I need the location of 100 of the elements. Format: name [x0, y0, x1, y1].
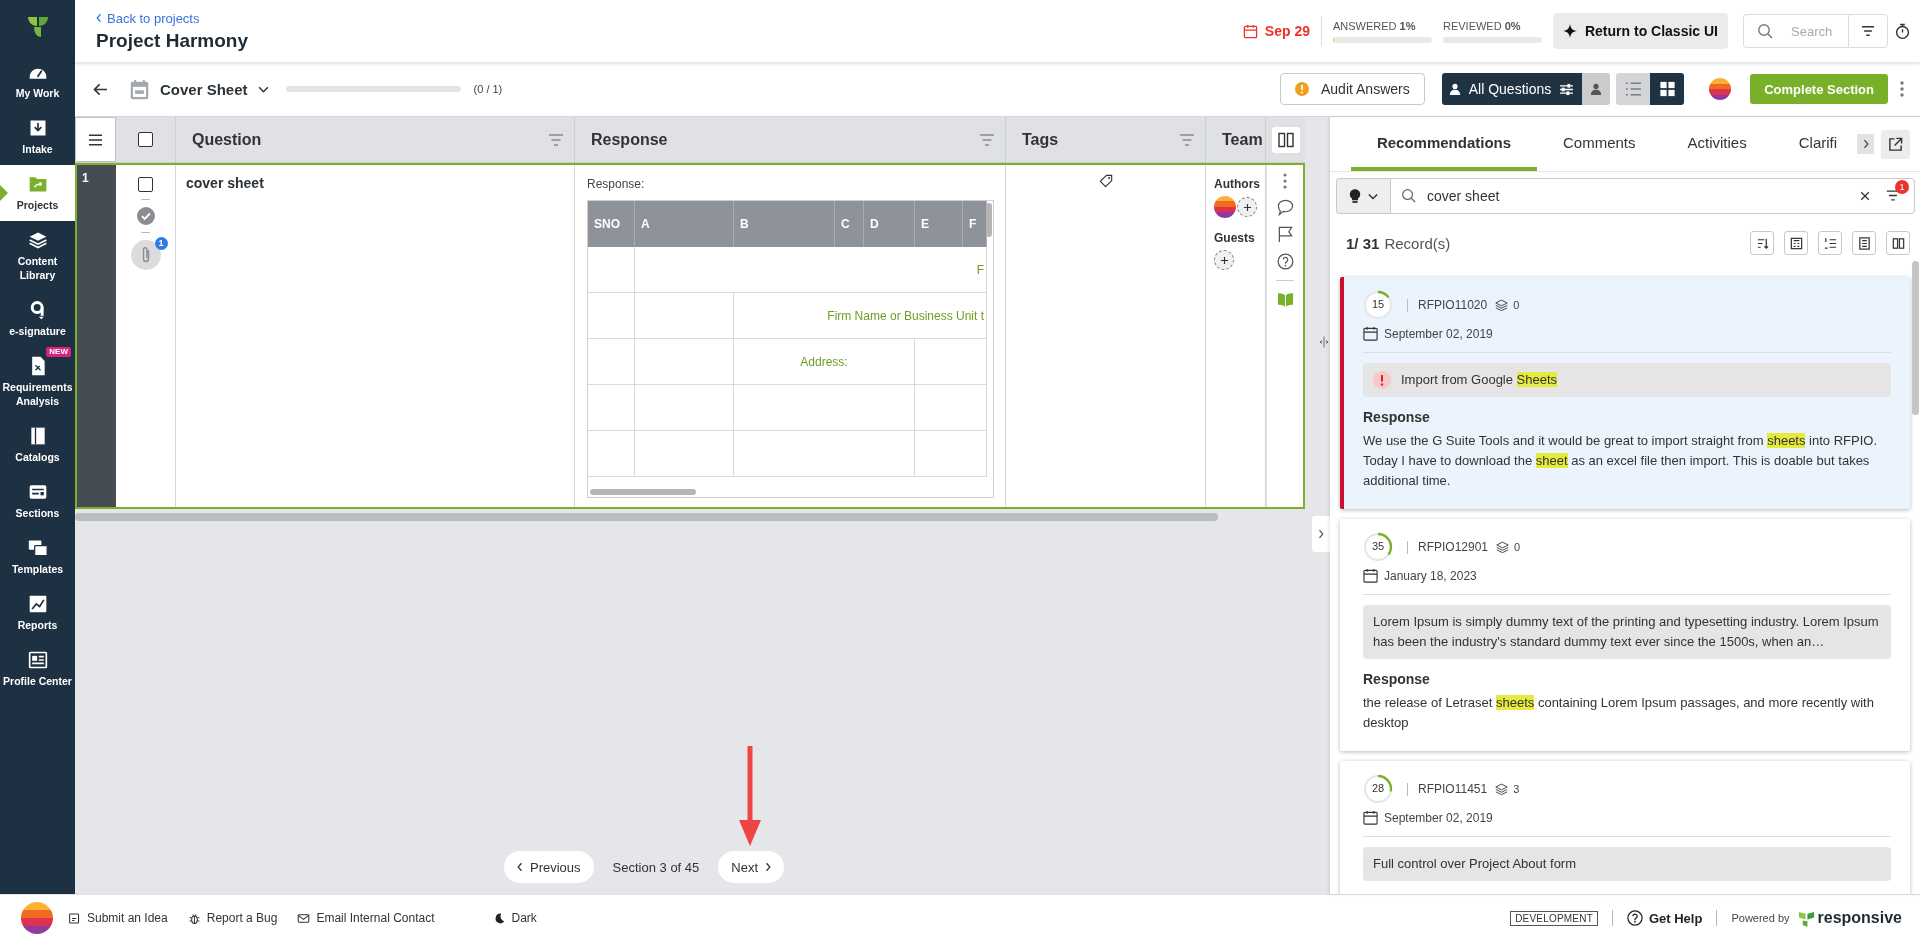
tab[interactable]: Clarifi — [1772, 117, 1864, 171]
checkbox[interactable] — [138, 177, 153, 192]
avatar-icon[interactable] — [1214, 196, 1236, 218]
help-icon[interactable] — [1276, 253, 1294, 270]
sidebar-item[interactable]: NEW Requirements Analysis — [0, 347, 75, 417]
open-book-icon[interactable] — [1276, 291, 1294, 308]
tab[interactable]: Activities — [1661, 117, 1773, 171]
response-label: Response — [1363, 409, 1431, 425]
grid-view-button[interactable] — [1650, 73, 1685, 105]
plus-icon — [1242, 202, 1252, 212]
chevron-left-icon — [517, 862, 523, 872]
tab[interactable]: Recommendations — [1351, 117, 1537, 171]
record-view-button[interactable] — [1852, 231, 1876, 255]
footer-link[interactable]: Report a Bug — [187, 911, 278, 925]
response-text: We use the G Suite Tools and it would be great to import straight from sheets into RFPIO. Today I have to download the sheet as an excel file then import. This is doable but takes additional time. — [1363, 432, 1878, 490]
resize-handle-icon[interactable] — [1320, 336, 1328, 348]
sidebar-item[interactable]: Reports — [0, 585, 75, 641]
sidebar-item[interactable]: Intake — [0, 109, 75, 165]
calendar-icon — [1363, 810, 1378, 825]
column-title: Team — [1222, 130, 1263, 149]
help-icon — [1626, 910, 1643, 926]
score-value: 35 — [1370, 540, 1386, 552]
calendar-icon — [1242, 23, 1258, 39]
speech-bubble-icon[interactable] — [1276, 199, 1294, 216]
menu-button[interactable] — [75, 117, 116, 162]
powered-by-text: Powered by — [1731, 912, 1790, 924]
external-link-icon — [1888, 136, 1903, 152]
project-title: Project Harmony — [96, 29, 249, 52]
sidebar-item[interactable]: Content Library — [0, 221, 75, 291]
section-dropdown[interactable]: Cover Sheet — [160, 80, 269, 98]
checkbox[interactable] — [138, 132, 153, 147]
scrollbar[interactable] — [590, 489, 696, 495]
record-id: RFPIO11020 — [1418, 298, 1488, 312]
list-icon — [1624, 81, 1642, 97]
sidebar-item[interactable]: Projects — [0, 165, 75, 221]
score-ring — [1363, 532, 1393, 562]
footer-link[interactable]: Dark — [492, 911, 537, 925]
footer-link[interactable]: Email Internal Contact — [297, 911, 435, 925]
kebab-icon[interactable] — [1283, 173, 1287, 189]
usage-count: 3 — [1513, 783, 1520, 795]
filter-toggle-button[interactable] — [1582, 73, 1611, 105]
response-text: the release of Letraset sheets containing Lorem Ipsum passages, and more recently with desktop — [1363, 694, 1875, 732]
sidebar-item[interactable]: Sections — [0, 473, 75, 529]
record-card[interactable] — [1340, 277, 1910, 509]
close-icon[interactable] — [1860, 191, 1870, 201]
score-ring — [1363, 290, 1393, 320]
record-view-button[interactable] — [1818, 231, 1842, 255]
add-author-button[interactable] — [1237, 197, 1257, 217]
filter-button[interactable] — [1848, 14, 1888, 48]
filter-icon[interactable] — [1886, 190, 1900, 201]
folder-icon — [27, 174, 48, 194]
record-card[interactable]: 28 RFPIO11451 3 September 02, 2019 Full control over Project About form — [1340, 761, 1910, 894]
numbered-list-icon — [1822, 235, 1838, 251]
back-link[interactable]: Back to projects — [96, 10, 249, 26]
classic-ui-button[interactable]: Return to Classic UI — [1552, 13, 1728, 49]
help-link[interactable]: Get Help — [1626, 910, 1703, 926]
question-text: Lorem Ipsum is simply dummy text of the printing and typesetting industry. Lorem Ipsum has been the industry's standard dummy text ever since the 1500s, when an… — [1373, 613, 1880, 651]
sidebar-item[interactable]: Templates — [0, 529, 75, 585]
scrollbar[interactable] — [986, 203, 992, 237]
next-button[interactable]: Next — [718, 851, 785, 883]
scroll-tabs-button[interactable] — [1857, 134, 1875, 154]
paperclip-icon[interactable] — [130, 240, 161, 270]
footer-link[interactable]: Submit an Idea — [68, 911, 168, 925]
type-dropdown[interactable] — [1336, 178, 1390, 214]
tab[interactable]: Comments — [1537, 117, 1662, 171]
sparkle-icon — [1562, 24, 1577, 38]
logo-icon[interactable] — [25, 15, 50, 39]
stopwatch-icon[interactable] — [1895, 22, 1910, 40]
audit-button[interactable]: Audit Answers — [1280, 73, 1425, 105]
sidebar-item[interactable]: Profile Center — [0, 641, 75, 697]
sidebar-item[interactable]: Catalogs — [0, 417, 75, 473]
sidebar-item[interactable]: e-signature — [0, 291, 75, 347]
pop-out-button[interactable] — [1881, 129, 1910, 159]
chevron-right-icon — [1318, 529, 1324, 539]
score-value: 28 — [1370, 782, 1386, 794]
record-view-button[interactable] — [1886, 231, 1910, 255]
more-button[interactable] — [1900, 81, 1904, 97]
tag-icon[interactable] — [1098, 174, 1113, 188]
sheet-column-header: B — [734, 201, 835, 247]
calculator-icon — [1788, 235, 1804, 251]
list-view-button[interactable] — [1616, 73, 1651, 105]
menu-icon — [88, 133, 103, 146]
avatar-icon[interactable] — [21, 902, 53, 934]
scrollbar[interactable] — [1912, 261, 1919, 415]
record-view-button[interactable] — [1784, 231, 1808, 255]
brand-logo-icon — [1797, 909, 1815, 927]
panel-icon — [27, 482, 48, 502]
flag-icon[interactable] — [1276, 226, 1294, 243]
check-circle-icon[interactable] — [136, 207, 155, 225]
record-view-button[interactable] — [1750, 231, 1774, 255]
scrollbar[interactable] — [75, 513, 1218, 521]
sidebar-item[interactable]: My Work — [0, 53, 75, 109]
add-guest-button[interactable] — [1214, 250, 1234, 270]
previous-button[interactable]: Previous — [504, 851, 594, 883]
columns-icon — [1890, 235, 1906, 251]
filter-toggle-button[interactable]: All Questions — [1441, 73, 1583, 105]
search-field[interactable]: Search — [1743, 14, 1848, 48]
avatar-icon[interactable] — [1709, 78, 1732, 100]
sheet-column-header: E — [915, 201, 963, 247]
split-view-button[interactable] — [1271, 126, 1300, 153]
